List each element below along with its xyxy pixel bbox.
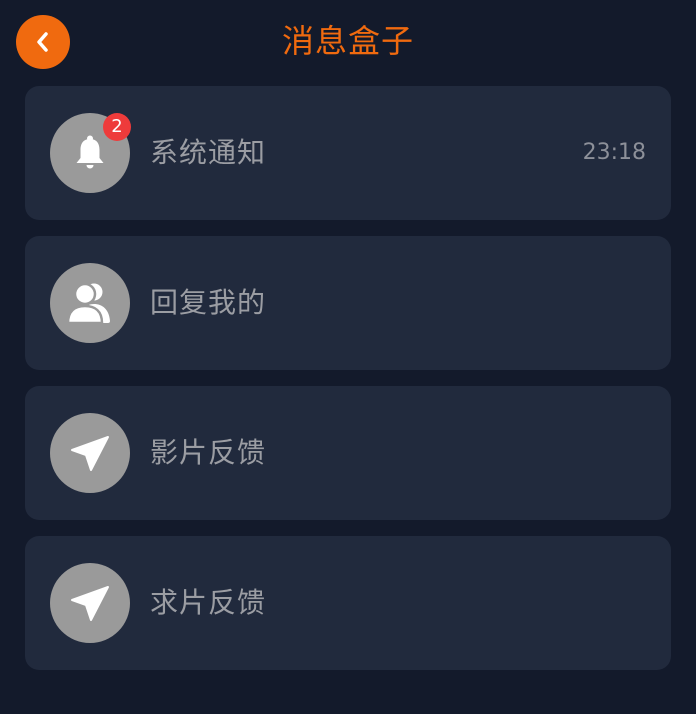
message-list: 2 系统通知 23:18 回复我的 影片反馈 求片反馈 bbox=[25, 86, 671, 686]
users-icon bbox=[66, 282, 110, 325]
unread-count-badge: 2 bbox=[103, 113, 131, 141]
header: 消息盒子 bbox=[0, 0, 696, 82]
message-item-label: 影片反馈 bbox=[150, 436, 267, 469]
message-item-request-feedback[interactable]: 求片反馈 bbox=[25, 536, 671, 670]
message-item-film-feedback[interactable]: 影片反馈 bbox=[25, 386, 671, 520]
message-item-system-notification[interactable]: 2 系统通知 23:18 bbox=[25, 86, 671, 220]
message-item-replies[interactable]: 回复我的 bbox=[25, 236, 671, 370]
message-avatar bbox=[50, 413, 130, 493]
message-time: 23:18 bbox=[582, 140, 646, 165]
paper-plane-icon bbox=[71, 436, 109, 471]
message-avatar bbox=[50, 563, 130, 643]
message-item-label: 求片反馈 bbox=[150, 586, 267, 619]
paper-plane-icon bbox=[71, 586, 109, 621]
message-item-label: 系统通知 bbox=[150, 136, 267, 169]
bell-icon bbox=[76, 135, 104, 169]
message-avatar bbox=[50, 263, 130, 343]
page-title: 消息盒子 bbox=[281, 22, 414, 60]
message-item-label: 回复我的 bbox=[150, 286, 267, 319]
